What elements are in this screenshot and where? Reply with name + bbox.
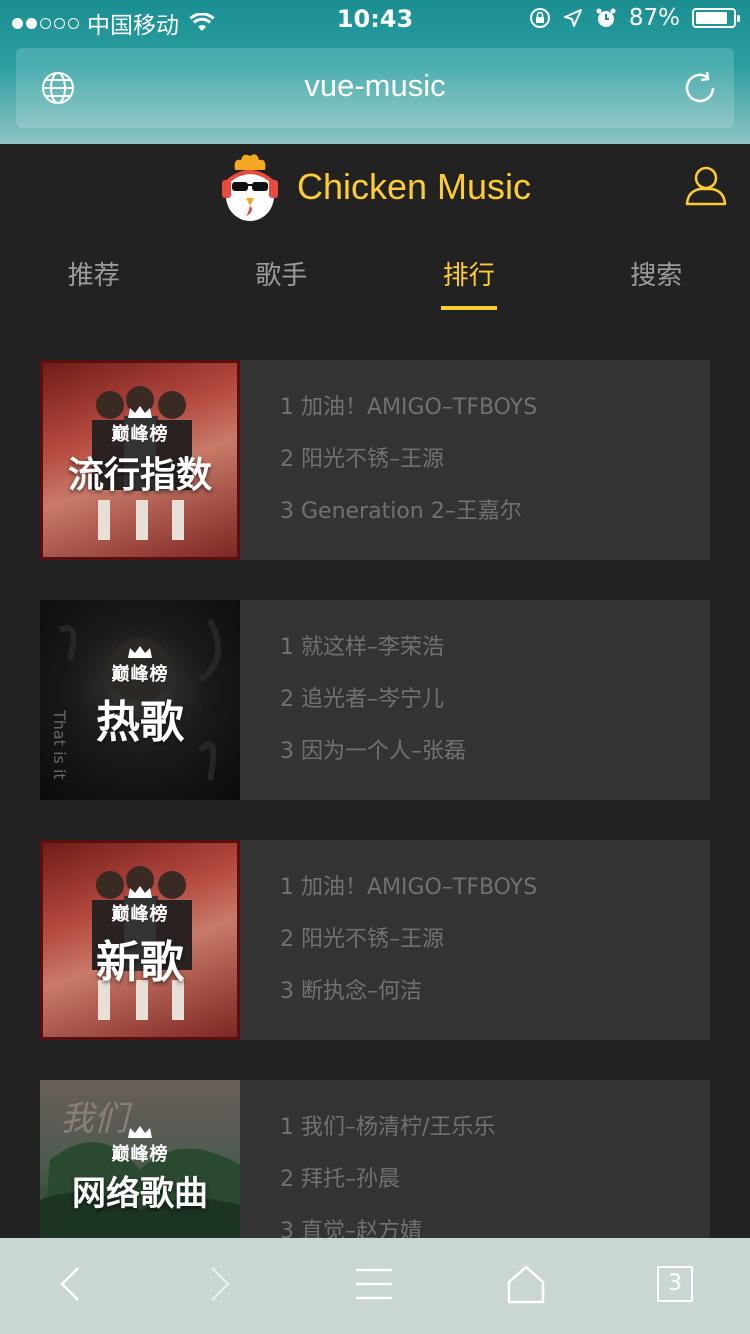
- crown-icon: [128, 406, 152, 418]
- cover-title: 热歌: [96, 697, 184, 748]
- carrier-name: 中国移动: [87, 13, 179, 39]
- song-item: 1 我们–杨清柠/王乐乐: [280, 1115, 496, 1140]
- chicken-logo-icon: [221, 154, 278, 221]
- rank-list: 巅峰榜 流行指数 1 加油！AMIGO–TFBOYS 2 阳光不锈–王源 3 G…: [40, 360, 710, 1320]
- app-title: Chicken Music: [296, 166, 532, 207]
- rank-cover: 巅峰榜 流行指数: [40, 360, 240, 560]
- song-item: 3 因为一个人–张磊: [280, 739, 466, 764]
- cover-title: 新歌: [96, 937, 184, 988]
- home-icon[interactable]: [506, 1264, 546, 1304]
- song-item: 1 加油！AMIGO–TFBOYS: [280, 875, 538, 900]
- battery-icon: [692, 8, 740, 28]
- cover-title: 网络歌曲: [72, 1174, 208, 1214]
- song-list: 1 加油！AMIGO–TFBOYS 2 阳光不锈–王源 3 Generation…: [240, 360, 710, 560]
- alarm-icon: [596, 8, 616, 27]
- menu-icon[interactable]: [354, 1264, 394, 1304]
- rotation-lock-icon: [529, 8, 550, 28]
- forward-arrow-icon[interactable]: [206, 1264, 234, 1304]
- wifi-icon: [189, 13, 215, 31]
- rank-item[interactable]: That is it 巅峰榜 热歌 1 就这样–李荣浩 2 追光者–岑宁儿 3 …: [40, 600, 710, 800]
- app-header: Chicken Music: [0, 144, 750, 234]
- location-icon: [563, 9, 582, 27]
- cover-title: 流行指数: [67, 455, 212, 496]
- song-item: 2 阳光不锈–王源: [280, 447, 444, 472]
- song-item: 2 追光者–岑宁儿: [280, 687, 444, 712]
- signal-strength-icon: [12, 17, 79, 29]
- back-arrow-icon[interactable]: [56, 1264, 84, 1304]
- reload-icon[interactable]: [682, 70, 718, 106]
- battery-percentage: 87%: [628, 5, 680, 31]
- rank-cover: That is it 巅峰榜 热歌: [40, 600, 240, 800]
- crown-icon: [128, 886, 152, 898]
- tab-recommend[interactable]: 推荐: [0, 250, 188, 310]
- rank-item[interactable]: 巅峰榜 新歌 1 加油！AMIGO–TFBOYS 2 阳光不锈–王源 3 断执念…: [40, 840, 710, 1040]
- song-item: 2 阳光不锈–王源: [280, 927, 444, 952]
- rank-cover: 巅峰榜 新歌: [40, 840, 240, 1040]
- tabs-count-button[interactable]: 3: [657, 1266, 693, 1302]
- song-item: 2 拜托–孙晨: [280, 1167, 400, 1192]
- status-bar: 中国移动 10:43 87%: [0, 0, 750, 40]
- svg-text:我们: 我们: [60, 1099, 133, 1139]
- song-item: 1 就这样–李荣浩: [280, 635, 444, 660]
- cover-brand: 巅峰榜: [111, 664, 169, 685]
- browser-chrome: 中国移动 10:43 87% vue-music: [0, 0, 750, 144]
- user-icon[interactable]: [684, 164, 728, 208]
- song-item: 3 断执念–何洁: [280, 979, 422, 1004]
- tab-singer[interactable]: 歌手: [188, 250, 376, 310]
- tab-bar: 推荐 歌手 排行 搜索: [0, 250, 750, 310]
- crown-icon: [128, 646, 152, 658]
- browser-toolbar: 3: [0, 1238, 750, 1334]
- song-item: 3 Generation 2–王嘉尔: [280, 499, 522, 524]
- song-list: 1 就这样–李荣浩 2 追光者–岑宁儿 3 因为一个人–张磊: [240, 600, 710, 800]
- rank-item[interactable]: 巅峰榜 流行指数 1 加油！AMIGO–TFBOYS 2 阳光不锈–王源 3 G…: [40, 360, 710, 560]
- tab-rank[interactable]: 排行: [375, 250, 563, 310]
- page-url[interactable]: vue-music: [16, 68, 734, 104]
- song-list: 1 加油！AMIGO–TFBOYS 2 阳光不锈–王源 3 断执念–何洁: [240, 840, 710, 1040]
- crown-icon: [128, 1126, 152, 1138]
- cover-brand: 巅峰榜: [111, 1144, 169, 1165]
- cover-brand: 巅峰榜: [111, 424, 169, 445]
- tabs-count: 3: [668, 1271, 682, 1296]
- cover-brand: 巅峰榜: [111, 904, 169, 925]
- address-bar[interactable]: vue-music: [16, 48, 734, 128]
- song-item: 1 加油！AMIGO–TFBOYS: [280, 395, 538, 420]
- tab-search[interactable]: 搜索: [563, 250, 750, 310]
